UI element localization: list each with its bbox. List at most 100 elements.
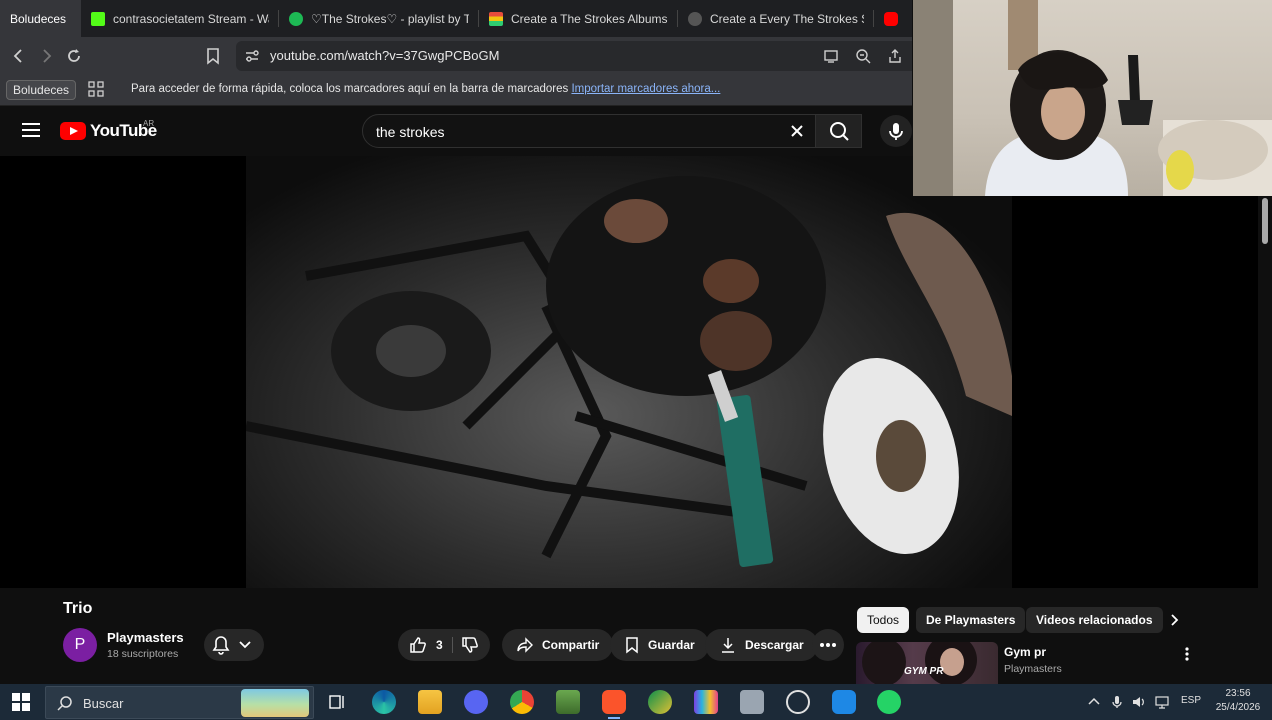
task-view-icon[interactable] (325, 690, 349, 714)
chip-de-playmasters[interactable]: De Playmasters (916, 607, 1026, 633)
more-horizontal-icon (820, 643, 836, 647)
youtube-favicon-icon (884, 11, 898, 26)
tab-tiermaker-songs[interactable]: Create a Every The Strokes Son (678, 0, 874, 37)
site-settings-icon[interactable] (244, 48, 260, 64)
whatsapp-icon[interactable] (877, 690, 901, 714)
save-label: Guardar (648, 638, 695, 652)
menu-icon[interactable] (22, 123, 40, 137)
taskbar-search-input[interactable]: Buscar (45, 686, 314, 719)
tab-youtube[interactable] (874, 0, 912, 37)
tab-title: Create a The Strokes Albums (i (511, 11, 668, 26)
tiermaker-favicon-icon (489, 11, 503, 26)
youtube-play-icon (60, 122, 86, 140)
tab-title: ♡The Strokes♡ - playlist by T (311, 11, 469, 26)
color-app-icon[interactable] (694, 690, 718, 714)
share-button[interactable]: Compartir (502, 629, 614, 661)
storage-app-icon[interactable] (740, 690, 764, 714)
like-dislike-group: 3 (398, 629, 490, 661)
search-highlight-image (241, 689, 309, 717)
apps-grid-icon[interactable] (88, 81, 104, 97)
more-actions-button[interactable] (812, 629, 844, 661)
url-text: youtube.com/watch?v=37GwgPCBoGM (270, 48, 500, 63)
minecraft-icon[interactable] (556, 690, 580, 714)
kick-favicon-icon (91, 11, 105, 26)
back-icon[interactable] (9, 46, 29, 66)
network-icon[interactable] (1154, 694, 1170, 710)
recommendation-channel[interactable]: Playmasters (1004, 663, 1062, 675)
reload-icon[interactable] (64, 46, 84, 66)
obs-icon[interactable] (786, 690, 810, 714)
spotify-favicon-icon (289, 11, 303, 26)
share-icon[interactable] (887, 48, 903, 64)
edge-icon[interactable] (372, 690, 396, 714)
share-arrow-icon (517, 637, 533, 653)
thumbs-down-icon (462, 637, 478, 653)
like-button[interactable]: 3 (398, 629, 452, 661)
file-explorer-icon[interactable] (418, 690, 442, 714)
screenshot-app-icon[interactable] (832, 690, 856, 714)
bookmarks-bar: Boludeces Para acceder de forma rápida, … (0, 75, 912, 106)
video-title: Trio (63, 600, 93, 617)
clock-time: 23:56 (1225, 688, 1251, 699)
thumbnail-caption: GYM PR (904, 666, 944, 677)
tab-title: Create a Every The Strokes Son (710, 11, 864, 26)
channel-avatar[interactable]: P (63, 628, 97, 662)
save-button[interactable]: Guardar (610, 629, 709, 661)
notification-bell-button[interactable] (204, 629, 264, 661)
tab-tiermaker-albums[interactable]: Create a The Strokes Albums (i (479, 0, 678, 37)
volume-icon[interactable] (1131, 694, 1147, 710)
search-button[interactable] (816, 114, 862, 148)
chip-videos-relacionados[interactable]: Videos relacionados (1026, 607, 1163, 633)
chevron-up-icon[interactable] (1086, 694, 1102, 710)
address-bar-row: youtube.com/watch?v=37GwgPCBoGM (0, 37, 912, 75)
tab-title: contrasocietatem Stream - Wat (113, 11, 269, 26)
scrollbar-thumb[interactable] (1262, 198, 1268, 244)
recommendation-thumbnail[interactable]: GYM PR (856, 642, 998, 684)
tab-strip: Boludeces contrasocietatem Stream - Wat … (0, 0, 912, 37)
chip-todos[interactable]: Todos (857, 607, 910, 633)
zoom-icon[interactable] (855, 48, 871, 64)
country-code: AR (143, 119, 155, 128)
search-query: the strokes (376, 124, 445, 140)
save-icon (626, 637, 638, 654)
chrome-icon[interactable] (510, 690, 534, 714)
download-icon (722, 638, 734, 653)
discord-icon[interactable] (464, 690, 488, 714)
brave-icon[interactable] (602, 690, 626, 719)
url-field[interactable]: youtube.com/watch?v=37GwgPCBoGM (236, 41, 912, 71)
share-label: Compartir (542, 638, 600, 652)
vpn-icon[interactable] (648, 690, 672, 714)
subscriber-count: 18 suscriptores (107, 648, 179, 660)
forward-icon[interactable] (36, 46, 56, 66)
video-player[interactable] (0, 156, 1258, 588)
system-tray: ESP 23:56 25/4/2026 (1086, 684, 1272, 720)
search-icon (57, 696, 72, 711)
clear-search-icon[interactable] (787, 121, 807, 141)
tab-title: Boludeces (10, 11, 67, 26)
dislike-button[interactable] (453, 629, 490, 661)
recommendation-title[interactable]: Gym pr (1004, 645, 1046, 659)
input-language[interactable]: ESP (1181, 695, 1201, 706)
tab-kick-stream[interactable]: contrasocietatem Stream - Wat (81, 0, 279, 37)
import-bookmarks-link[interactable]: Importar marcadores ahora... (571, 83, 720, 95)
bookmarks-hint: Para acceder de forma rápida, coloca los… (131, 83, 720, 95)
windows-start-icon[interactable] (12, 693, 30, 711)
page-scrollbar[interactable] (1258, 196, 1272, 684)
tab-spotify-playlist[interactable]: ♡The Strokes♡ - playlist by T (279, 0, 479, 37)
bookmarks-hint-text: Para acceder de forma rápida, coloca los… (131, 83, 569, 95)
kebab-menu-icon[interactable] (1180, 646, 1194, 662)
tab-boludeces[interactable]: Boludeces (0, 0, 81, 37)
microphone-icon[interactable] (1109, 694, 1125, 710)
bookmark-icon[interactable] (203, 46, 223, 66)
search-input[interactable]: the strokes (362, 114, 816, 148)
watch-metadata: Trio P Playmasters 18 suscriptores 3 Com… (0, 588, 1258, 684)
chevron-right-icon[interactable] (1166, 612, 1182, 628)
channel-name[interactable]: Playmasters (107, 630, 184, 645)
clock-date: 25/4/2026 (1215, 702, 1261, 713)
clock[interactable]: 23:56 25/4/2026 (1212, 687, 1264, 715)
thumbs-up-icon (410, 637, 426, 653)
voice-search-icon[interactable] (880, 115, 912, 147)
cast-icon[interactable] (823, 48, 839, 64)
bookmark-folder-boludeces[interactable]: Boludeces (6, 80, 77, 100)
download-button[interactable]: Descargar (705, 629, 818, 661)
